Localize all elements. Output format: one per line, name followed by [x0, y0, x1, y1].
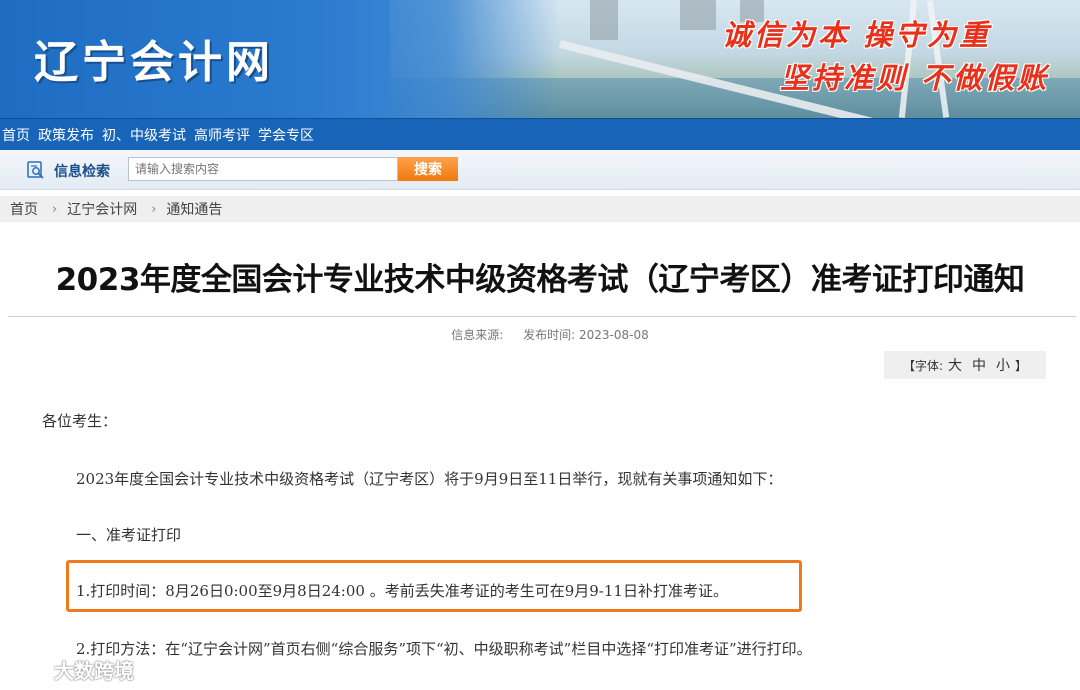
chevron-right-icon: › — [151, 201, 157, 217]
nav-item-senior-review[interactable]: 高师考评 — [194, 125, 250, 145]
search-input[interactable] — [128, 157, 398, 181]
search-title: 信息检索 — [54, 164, 110, 180]
site-logo[interactable]: 辽宁会计网 — [34, 26, 274, 90]
font-size-medium[interactable]: 中 — [972, 355, 986, 375]
main-nav: 首页 政策发布 初、中级考试 高师考评 学会专区 — [0, 118, 1080, 150]
chevron-right-icon: › — [52, 201, 58, 217]
breadcrumb-home[interactable]: 首页 — [10, 199, 38, 219]
breadcrumb-notices[interactable]: 通知通告 — [166, 199, 222, 219]
print-time-paragraph: 1.打印时间：8月26日0:00至9月8日24:00 。考前丢失准考证的考生可在… — [76, 582, 728, 600]
banner-building — [680, 0, 716, 30]
article-meta: 信息来源: 发布时间: 2023-08-08 — [0, 326, 1080, 343]
slogan-line-2: 坚持准则 不做假账 — [780, 61, 1050, 95]
banner-building — [590, 0, 618, 40]
breadcrumb: 首页 › 辽宁会计网 › 通知通告 — [0, 196, 1080, 222]
nav-item-policy[interactable]: 政策发布 — [38, 125, 94, 145]
nav-item-exam[interactable]: 初、中级考试 — [102, 125, 186, 145]
nav-item-home[interactable]: 首页 — [2, 125, 30, 145]
section-heading: 一、准考证打印 — [76, 526, 182, 544]
font-size-small[interactable]: 小 — [996, 355, 1010, 375]
font-size-large[interactable]: 大 — [948, 355, 962, 375]
search-bar: 信息检索 搜索 — [0, 150, 1080, 190]
print-method-paragraph: 2.打印方法：在“辽宁会计网”首页右侧“综合服务”项下“初、中级职称考试”栏目中… — [76, 640, 812, 658]
font-size-close: 】 — [1015, 358, 1028, 373]
font-size-selector: 【字体: 大 中 小 】 — [884, 351, 1046, 379]
article-title: 2023年度全国会计专业技术中级资格考试（辽宁考区）准考证打印通知 — [55, 262, 1025, 298]
watermark: 大数跨境 — [8, 655, 134, 684]
breadcrumb-site[interactable]: 辽宁会计网 — [67, 199, 137, 219]
nav-item-society[interactable]: 学会专区 — [258, 125, 314, 145]
publish-date: 发布时间: 2023-08-08 — [523, 328, 649, 342]
info-source: 信息来源: — [451, 328, 504, 342]
site-banner: 辽宁会计网 诚信为本 操守为重 坚持准则 不做假账 — [0, 0, 1080, 118]
title-divider — [8, 316, 1076, 317]
search-button[interactable]: 搜索 — [398, 157, 458, 181]
watermark-logo-icon — [9, 661, 46, 679]
font-size-label: 【字体: — [902, 358, 944, 373]
greeting: 各位考生： — [42, 412, 118, 430]
watermark-text: 大数跨境 — [54, 659, 134, 683]
search-icon — [27, 161, 44, 179]
intro-paragraph: 2023年度全国会计专业技术中级资格考试（辽宁考区）将于9月9日至11日举行，现… — [76, 470, 783, 488]
slogan-line-1: 诚信为本 操守为重 — [722, 18, 992, 52]
